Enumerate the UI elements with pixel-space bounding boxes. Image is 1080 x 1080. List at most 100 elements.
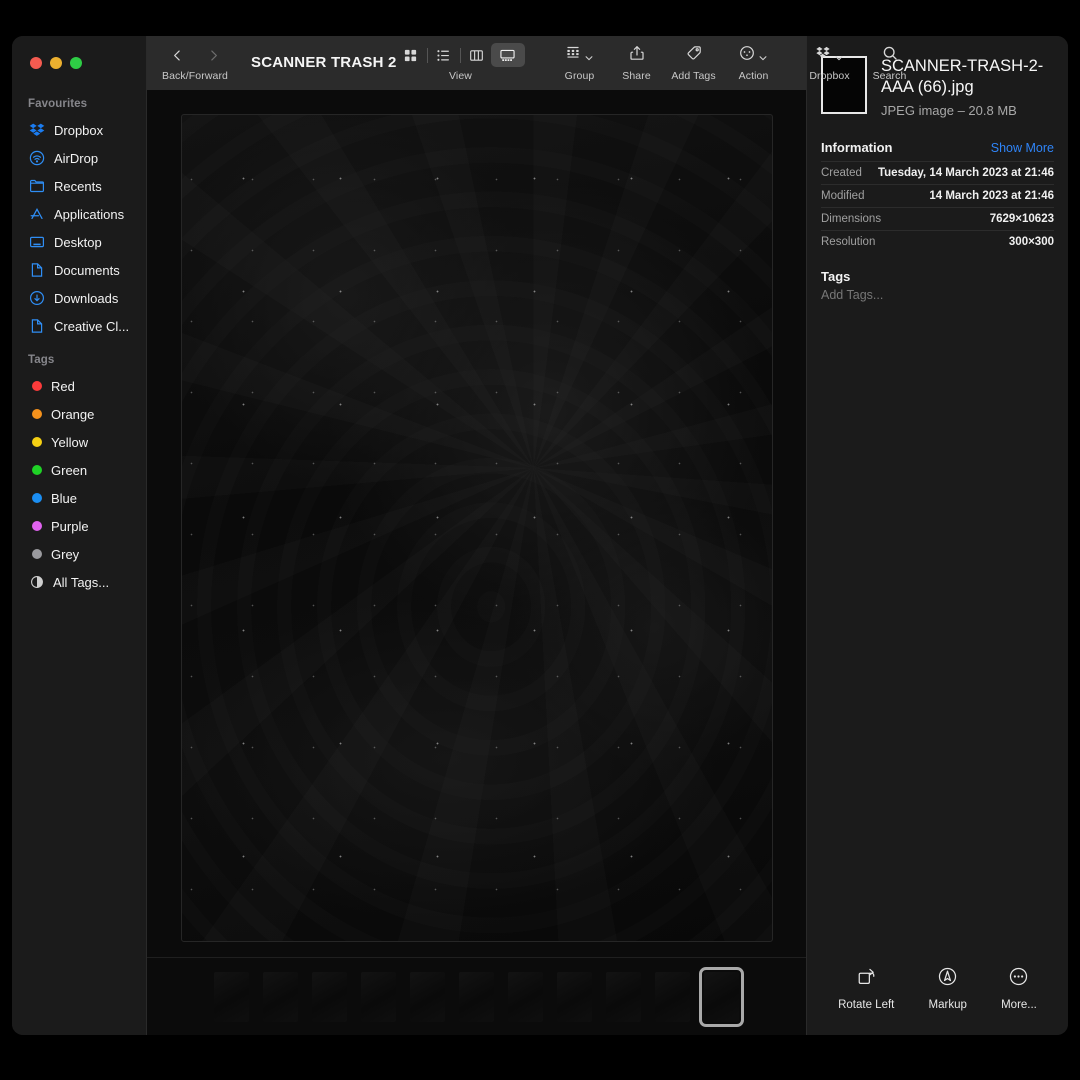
sidebar-item-airdrop[interactable]: AirDrop (12, 144, 146, 172)
tag-dot-icon (32, 493, 42, 503)
download-icon (29, 290, 45, 306)
window-title: SCANNER TRASH 2 (251, 54, 397, 79)
sidebar-tag-orange[interactable]: Orange (12, 400, 146, 428)
column-view-button[interactable] (463, 43, 491, 67)
zoom-button[interactable] (70, 57, 82, 69)
sidebar-all-tags[interactable]: All Tags... (12, 568, 146, 596)
filmstrip-thumbnail[interactable] (508, 972, 543, 1022)
filmstrip-thumbnail[interactable] (606, 972, 641, 1022)
sidebar-item-documents[interactable]: Documents (12, 256, 146, 284)
dropbox-caption: Dropbox (809, 70, 849, 82)
sidebar-item-label: Applications (54, 207, 124, 222)
sidebar-tag-label: Red (51, 379, 75, 394)
sidebar-tag-label: Purple (51, 519, 89, 534)
share-caption: Share (622, 70, 651, 82)
tag-dot-icon (32, 409, 42, 419)
add-tags-caption: Add Tags (671, 70, 715, 82)
add-tags-button[interactable]: Add Tags (663, 42, 725, 82)
filmstrip-thumbnail-selected[interactable] (704, 972, 739, 1022)
sidebar-tag-yellow[interactable]: Yellow (12, 428, 146, 456)
filmstrip-thumbnail[interactable] (459, 972, 494, 1022)
info-row-value: 300×300 (1009, 236, 1054, 248)
sidebar-tag-purple[interactable]: Purple (12, 512, 146, 540)
show-more-link[interactable]: Show More (991, 141, 1054, 155)
filmstrip-thumbnail[interactable] (214, 972, 249, 1022)
sidebar-all-tags-label: All Tags... (53, 575, 109, 590)
filmstrip-thumbnail[interactable] (361, 972, 396, 1022)
content-area: Back/Forward SCANNER TRASH 2 (147, 36, 806, 1035)
info-row-key: Dimensions (821, 213, 881, 225)
sidebar-item-dropbox[interactable]: Dropbox (12, 116, 146, 144)
filmstrip-thumbnail[interactable] (312, 972, 347, 1022)
all-tags-icon (30, 575, 44, 589)
sidebar-tag-label: Grey (51, 547, 79, 562)
tag-dot-icon (32, 437, 42, 447)
toolbar-actions: Group Share (549, 42, 919, 82)
gallery-view-button[interactable] (491, 43, 525, 67)
search-button[interactable]: Search (861, 42, 919, 82)
rotate-left-icon (856, 966, 877, 992)
chevron-down-icon (584, 50, 594, 60)
info-row-value: 14 March 2023 at 21:46 (929, 190, 1054, 202)
info-row-value: 7629×10623 (990, 213, 1054, 225)
sidebar-item-downloads[interactable]: Downloads (12, 284, 146, 312)
dropbox-button[interactable]: Dropbox (799, 42, 861, 82)
sidebar-tag-red[interactable]: Red (12, 372, 146, 400)
document-icon (29, 318, 45, 334)
action-button[interactable]: Action (725, 42, 783, 82)
desktop-icon (29, 234, 45, 250)
sidebar-item-label: Creative Cl... (54, 319, 129, 334)
sidebar-item-label: Documents (54, 263, 120, 278)
sidebar-tag-label: Orange (51, 407, 94, 422)
share-button[interactable]: Share (611, 42, 663, 82)
back-forward-group: Back/Forward (159, 42, 231, 82)
screen: Favourites Dropbox AirDrop (0, 0, 1080, 1080)
info-spacer (821, 302, 1054, 966)
group-caption: Group (565, 70, 595, 82)
filmstrip-thumbnail[interactable] (263, 972, 298, 1022)
forward-button[interactable] (199, 43, 227, 67)
sidebar-item-desktop[interactable]: Desktop (12, 228, 146, 256)
group-button[interactable]: Group (549, 42, 611, 82)
chevron-down-icon (758, 50, 768, 60)
rotate-left-button[interactable]: Rotate Left (838, 966, 894, 1011)
tag-dot-icon (32, 521, 42, 531)
filmstrip-thumbnail[interactable] (557, 972, 592, 1022)
info-actions: Rotate Left Markup More... (821, 966, 1054, 1035)
filmstrip-thumbnail[interactable] (655, 972, 690, 1022)
toolbar-divider (427, 48, 428, 63)
info-panel: SCANNER-TRASH-2-AAA (66).jpg JPEG image … (806, 36, 1068, 1035)
info-row-resolution: Resolution 300×300 (821, 230, 1054, 253)
window-controls (12, 36, 146, 90)
sidebar-item-creative-cloud[interactable]: Creative Cl... (12, 312, 146, 340)
sidebar-tag-grey[interactable]: Grey (12, 540, 146, 568)
filmstrip-thumbnail[interactable] (410, 972, 445, 1022)
sidebar-tag-blue[interactable]: Blue (12, 484, 146, 512)
sidebar: Favourites Dropbox AirDrop (12, 36, 147, 1035)
icon-view-button[interactable] (397, 43, 425, 67)
info-row-key: Modified (821, 190, 864, 202)
toolbar-divider (460, 48, 461, 63)
info-tags-title: Tags (821, 253, 1054, 288)
tag-dot-icon (32, 381, 42, 391)
minimize-button[interactable] (50, 57, 62, 69)
image-preview[interactable] (181, 114, 773, 942)
more-button[interactable]: More... (1001, 966, 1037, 1011)
filmstrip (147, 957, 806, 1035)
sidebar-tag-label: Yellow (51, 435, 88, 450)
markup-button[interactable]: Markup (929, 966, 967, 1011)
dropbox-icon (815, 45, 831, 65)
sidebar-item-applications[interactable]: Applications (12, 200, 146, 228)
action-circle-icon (739, 45, 755, 66)
search-icon (882, 45, 898, 66)
info-row-value: Tuesday, 14 March 2023 at 21:46 (878, 167, 1054, 179)
information-section-header: Information Show More (821, 130, 1054, 161)
back-button[interactable] (163, 43, 191, 67)
search-caption: Search (873, 70, 907, 82)
list-view-button[interactable] (430, 43, 458, 67)
group-icon (565, 45, 581, 65)
add-tags-field[interactable]: Add Tags... (821, 288, 1054, 302)
close-button[interactable] (30, 57, 42, 69)
sidebar-tag-green[interactable]: Green (12, 456, 146, 484)
sidebar-item-recents[interactable]: Recents (12, 172, 146, 200)
